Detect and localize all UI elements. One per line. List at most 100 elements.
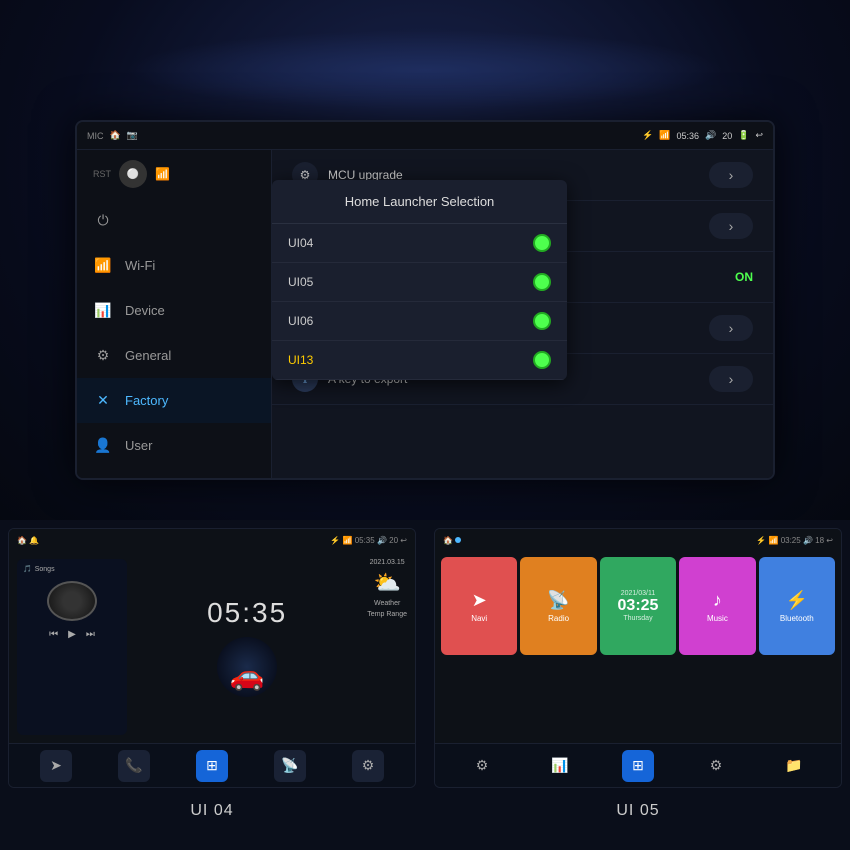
sidebar-rst: RST ⚪ 📶 [77, 150, 271, 198]
ui05-nav-home[interactable]: ⊞ [622, 750, 654, 782]
tile-radio[interactable]: 📡 Radio [520, 557, 596, 655]
sidebar-item-system[interactable]: 🌐 System [77, 468, 271, 480]
ui05-status-left: 🏠 [443, 536, 461, 545]
on-badge: ON [735, 270, 753, 284]
ui05-radio[interactable] [533, 273, 551, 291]
play-button[interactable]: ▶ [68, 629, 76, 640]
ui04-panel: 🏠 🔔 ⚡ 📶 05:35 🔊 20 ↩ 🎵 Songs [0, 520, 426, 850]
weather-icon: ⛅ [373, 570, 400, 596]
ui04-battery: 20 [389, 536, 398, 545]
prev-button[interactable]: ⏮ [49, 629, 58, 640]
ui05-statusbar: 🏠 ⚡ 📶 03:25 🔊 18 ↩ [435, 529, 841, 551]
sidebar: RST ⚪ 📶 ⏻ 📶 Wi-Fi 📊 Device ⚙ General ✕ [77, 150, 272, 478]
ui05-wifi-icon: 📶 [768, 536, 778, 545]
ui04-radio[interactable] [533, 234, 551, 252]
status-right: ⚡ 📶 05:36 🔊 20 🔋 ↩ [642, 130, 763, 141]
ui04-navbar: ➤ 📞 ⊞ 📡 ⚙ [9, 743, 415, 787]
next-button[interactable]: ⏭ [86, 629, 95, 640]
battery-level: 20 [722, 131, 732, 141]
ui05-battery: 18 [815, 536, 824, 545]
ui04-nav-home[interactable]: ⊞ [196, 750, 228, 782]
general-icon: ⚙ [93, 347, 113, 364]
ui13-radio[interactable] [533, 351, 551, 369]
sidebar-item-wifi[interactable]: 📶 Wi-Fi [77, 243, 271, 288]
dropdown-item-ui04[interactable]: UI04 [272, 224, 567, 263]
ui05-panel-label: UI 05 [426, 796, 850, 824]
weather-label: Weather [374, 600, 400, 607]
sidebar-item-power[interactable]: ⏻ [77, 198, 271, 243]
settings-area: ⚙ MCU upgrade › 🔔 › 🔌 USB Error detectio… [272, 150, 773, 478]
ui06-radio[interactable] [533, 312, 551, 330]
ui04-screen: 🏠 🔔 ⚡ 📶 05:35 🔊 20 ↩ 🎵 Songs [8, 528, 416, 788]
ui04-back-icon: ↩ [400, 536, 407, 545]
device-icon: 📊 [93, 302, 113, 319]
music-album-art [47, 581, 97, 621]
sidebar-item-user[interactable]: 👤 User [77, 423, 271, 468]
user-icon: 👤 [93, 437, 113, 454]
bluetooth-icon: ⚡ [642, 130, 653, 141]
ui04-panel-label: UI 04 [0, 796, 424, 824]
bluetooth-tile-label: Bluetooth [780, 614, 814, 623]
sidebar-item-device[interactable]: 📊 Device [77, 288, 271, 333]
camera-icon: 📷 [127, 130, 138, 141]
ui04-content: 🎵 Songs ⏮ ▶ ⏭ 05:35 🚗 [9, 551, 415, 743]
usb-protocol-chevron[interactable]: › [709, 315, 753, 341]
wifi-label: Wi-Fi [125, 258, 155, 273]
status-bar: MIC 🏠 📷 ⚡ 📶 05:36 🔊 20 🔋 ↩ [77, 122, 773, 150]
ui04-nav-signal[interactable]: 📡 [274, 750, 306, 782]
factory-label: Factory [125, 393, 168, 408]
ui05-nav-folder[interactable]: 📁 [778, 750, 810, 782]
ui04-time: 05:35 [355, 536, 375, 545]
bluetooth-tile-icon: ⚡ [786, 590, 808, 611]
rst-button[interactable]: ⚪ [119, 160, 147, 188]
mcu-chevron[interactable]: › [709, 162, 753, 188]
ui04-clock: 05:35 [207, 597, 287, 629]
sidebar-item-general[interactable]: ⚙ General [77, 333, 271, 378]
dropdown-title: Home Launcher Selection [272, 180, 567, 224]
ui05-home-icon: 🏠 [443, 536, 453, 545]
dropdown-item-ui05[interactable]: UI05 [272, 263, 567, 302]
music-tile-label: Music [707, 614, 728, 623]
ui05-label: UI05 [288, 275, 313, 289]
ui04-home-icon: 🏠 [17, 536, 27, 545]
ui05-bt-icon: ⚡ [756, 536, 766, 545]
back-icon[interactable]: ↩ [755, 130, 763, 141]
ui13-label: UI13 [288, 353, 313, 367]
battery-icon: 🔋 [738, 130, 749, 141]
ui05-nav-apps[interactable]: ⚙ [466, 750, 498, 782]
home-icon: 🏠 [110, 130, 121, 141]
tile-music[interactable]: ♪ Music [679, 557, 755, 655]
row2-chevron[interactable]: › [709, 213, 753, 239]
tile-datetime[interactable]: 2021/03/11 03:25 Thursday [600, 557, 676, 655]
ui05-nav-chart[interactable]: 📊 [544, 750, 576, 782]
music-widget: 🎵 Songs ⏮ ▶ ⏭ [17, 559, 127, 735]
mic-label: MIC [87, 131, 104, 141]
radio-tile-icon: 📡 [547, 590, 569, 611]
navi-tile-icon: ➤ [472, 590, 487, 611]
datetime-tile-content: 2021/03/11 03:25 Thursday [618, 590, 659, 622]
sidebar-item-factory[interactable]: ✕ Factory [77, 378, 271, 423]
a-key-chevron[interactable]: › [709, 366, 753, 392]
tile-bluetooth[interactable]: ⚡ Bluetooth [759, 557, 835, 655]
ui04-date: 2021.03.15 [370, 559, 405, 566]
main-screen: MIC 🏠 📷 ⚡ 📶 05:36 🔊 20 🔋 ↩ RST ⚪ 📶 ⏻ [75, 120, 775, 480]
car-top-view: 🚗 [217, 637, 277, 697]
ui05-back-icon: ↩ [826, 536, 833, 545]
music-controls[interactable]: ⏮ ▶ ⏭ [23, 629, 121, 640]
rst-label: RST [93, 169, 111, 179]
ui05-notif-dot [455, 537, 461, 543]
status-left: MIC 🏠 📷 [87, 130, 138, 141]
tile-day: Thursday [623, 615, 652, 622]
ui04-status-right: ⚡ 📶 05:35 🔊 20 ↩ [330, 536, 407, 545]
ui04-center: 05:35 🚗 [135, 559, 359, 735]
ui04-nav-navi[interactable]: ➤ [40, 750, 72, 782]
ui06-label: UI06 [288, 314, 313, 328]
tile-navi[interactable]: ➤ Navi [441, 557, 517, 655]
signal-icon: 📶 [155, 167, 170, 181]
dropdown-item-ui13[interactable]: UI13 [272, 341, 567, 380]
dropdown-item-ui06[interactable]: UI06 [272, 302, 567, 341]
ui04-nav-phone[interactable]: 📞 [118, 750, 150, 782]
ui04-right: 2021.03.15 ⛅ Weather Temp Range [367, 559, 407, 735]
ui05-nav-settings[interactable]: ⚙ [700, 750, 732, 782]
ui04-nav-settings[interactable]: ⚙ [352, 750, 384, 782]
